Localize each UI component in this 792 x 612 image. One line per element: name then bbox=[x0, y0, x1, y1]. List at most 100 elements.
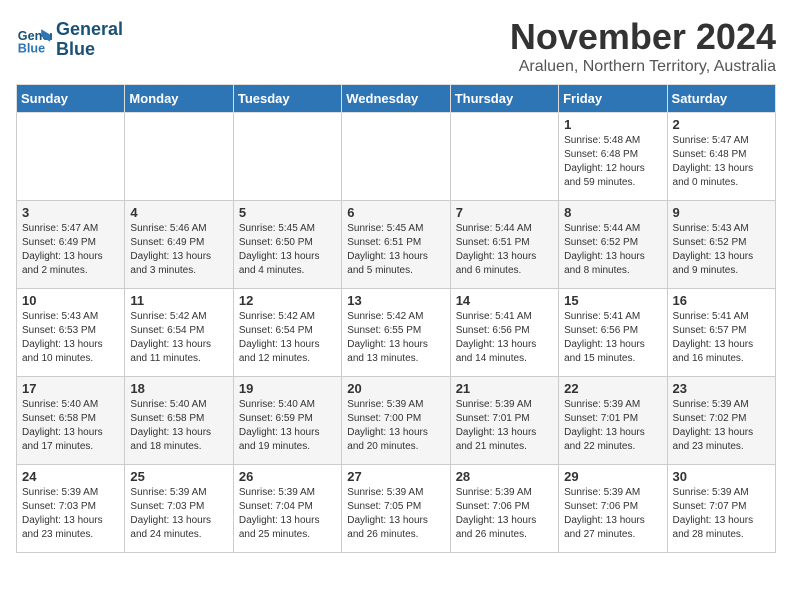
calendar-cell: 2Sunrise: 5:47 AM Sunset: 6:48 PM Daylig… bbox=[667, 113, 775, 201]
day-info: Sunrise: 5:46 AM Sunset: 6:49 PM Dayligh… bbox=[130, 222, 227, 278]
day-info: Sunrise: 5:39 AM Sunset: 7:03 PM Dayligh… bbox=[130, 486, 227, 542]
day-number: 18 bbox=[130, 381, 227, 396]
header-cell-saturday: Saturday bbox=[667, 85, 775, 113]
day-number: 24 bbox=[22, 469, 119, 484]
day-number: 1 bbox=[564, 117, 661, 132]
day-number: 20 bbox=[347, 381, 444, 396]
day-number: 21 bbox=[456, 381, 553, 396]
calendar-header: SundayMondayTuesdayWednesdayThursdayFrid… bbox=[17, 85, 776, 113]
calendar-cell bbox=[17, 113, 125, 201]
day-number: 3 bbox=[22, 205, 119, 220]
day-number: 29 bbox=[564, 469, 661, 484]
calendar-cell: 15 Sunrise: 5:41 AM Sunset: 6:56 PM Dayli… bbox=[559, 289, 667, 377]
day-number: 16 bbox=[673, 293, 770, 308]
day-info: Sunrise: 5:42 AM Sunset: 6:54 PM Dayligh… bbox=[239, 310, 336, 366]
day-number: 22 bbox=[564, 381, 661, 396]
calendar-cell: 12 Sunrise: 5:42 AM Sunset: 6:54 PM Dayli… bbox=[233, 289, 341, 377]
calendar-cell: 21 Sunrise: 5:39 AM Sunset: 7:01 PM Dayli… bbox=[450, 377, 558, 465]
calendar-cell: 23 Sunrise: 5:39 AM Sunset: 7:02 PM Dayli… bbox=[667, 377, 775, 465]
day-number: 13 bbox=[347, 293, 444, 308]
day-number: 6 bbox=[347, 205, 444, 220]
day-number: 2 bbox=[673, 117, 770, 132]
logo-text-blue: Blue bbox=[56, 40, 123, 60]
day-number: 7 bbox=[456, 205, 553, 220]
header-cell-wednesday: Wednesday bbox=[342, 85, 450, 113]
header-cell-friday: Friday bbox=[559, 85, 667, 113]
svg-text:Blue: Blue bbox=[18, 41, 45, 55]
day-number: 12 bbox=[239, 293, 336, 308]
day-number: 27 bbox=[347, 469, 444, 484]
header-cell-monday: Monday bbox=[125, 85, 233, 113]
day-number: 8 bbox=[564, 205, 661, 220]
calendar-cell: 25Sunrise: 5:39 AM Sunset: 7:03 PM Dayli… bbox=[125, 465, 233, 553]
day-info: Sunrise: 5:45 AM Sunset: 6:50 PM Dayligh… bbox=[239, 222, 336, 278]
calendar-cell: 7 Sunrise: 5:44 AM Sunset: 6:51 PM Daylig… bbox=[450, 201, 558, 289]
day-info: Sunrise: 5:39 AM Sunset: 7:06 PM Dayligh… bbox=[456, 486, 553, 542]
calendar-cell: 19Sunrise: 5:40 AM Sunset: 6:59 PM Dayli… bbox=[233, 377, 341, 465]
day-info: Sunrise: 5:40 AM Sunset: 6:58 PM Dayligh… bbox=[22, 398, 119, 454]
calendar-cell: 27 Sunrise: 5:39 AM Sunset: 7:05 PM Dayli… bbox=[342, 465, 450, 553]
calendar-cell: 30Sunrise: 5:39 AM Sunset: 7:07 PM Dayli… bbox=[667, 465, 775, 553]
day-info: Sunrise: 5:39 AM Sunset: 7:07 PM Dayligh… bbox=[673, 486, 770, 542]
calendar-cell: 14Sunrise: 5:41 AM Sunset: 6:56 PM Dayli… bbox=[450, 289, 558, 377]
day-number: 4 bbox=[130, 205, 227, 220]
title-area: November 2024 Araluen, Northern Territor… bbox=[510, 16, 776, 76]
day-info: Sunrise: 5:41 AM Sunset: 6:56 PM Dayligh… bbox=[564, 310, 661, 366]
calendar-cell: 1 Sunrise: 5:48 AM Sunset: 6:48 PM Daylig… bbox=[559, 113, 667, 201]
calendar-cell: 5Sunrise: 5:45 AM Sunset: 6:50 PM Daylig… bbox=[233, 201, 341, 289]
day-info: Sunrise: 5:39 AM Sunset: 7:00 PM Dayligh… bbox=[347, 398, 444, 454]
day-info: Sunrise: 5:39 AM Sunset: 7:02 PM Dayligh… bbox=[673, 398, 770, 454]
day-info: Sunrise: 5:43 AM Sunset: 6:53 PM Dayligh… bbox=[22, 310, 119, 366]
calendar-cell: 4 Sunrise: 5:46 AM Sunset: 6:49 PM Daylig… bbox=[125, 201, 233, 289]
calendar-cell: 17 Sunrise: 5:40 AM Sunset: 6:58 PM Dayli… bbox=[17, 377, 125, 465]
day-info: Sunrise: 5:39 AM Sunset: 7:05 PM Dayligh… bbox=[347, 486, 444, 542]
logo-text-general: General bbox=[56, 20, 123, 40]
month-title: November 2024 bbox=[510, 16, 776, 58]
calendar-cell: 16 Sunrise: 5:41 AM Sunset: 6:57 PM Dayli… bbox=[667, 289, 775, 377]
day-info: Sunrise: 5:43 AM Sunset: 6:52 PM Dayligh… bbox=[673, 222, 770, 278]
calendar-cell: 11Sunrise: 5:42 AM Sunset: 6:54 PM Dayli… bbox=[125, 289, 233, 377]
calendar-cell: 29Sunrise: 5:39 AM Sunset: 7:06 PM Dayli… bbox=[559, 465, 667, 553]
calendar-cell bbox=[342, 113, 450, 201]
calendar-body: 1 Sunrise: 5:48 AM Sunset: 6:48 PM Daylig… bbox=[17, 113, 776, 553]
header-cell-sunday: Sunday bbox=[17, 85, 125, 113]
day-info: Sunrise: 5:44 AM Sunset: 6:52 PM Dayligh… bbox=[564, 222, 661, 278]
calendar-cell: 20 Sunrise: 5:39 AM Sunset: 7:00 PM Dayli… bbox=[342, 377, 450, 465]
day-info: Sunrise: 5:40 AM Sunset: 6:59 PM Dayligh… bbox=[239, 398, 336, 454]
day-info: Sunrise: 5:39 AM Sunset: 7:04 PM Dayligh… bbox=[239, 486, 336, 542]
week-row-0: 1 Sunrise: 5:48 AM Sunset: 6:48 PM Daylig… bbox=[17, 113, 776, 201]
calendar-cell: 3Sunrise: 5:47 AM Sunset: 6:49 PM Daylig… bbox=[17, 201, 125, 289]
calendar-cell: 28 Sunrise: 5:39 AM Sunset: 7:06 PM Dayli… bbox=[450, 465, 558, 553]
calendar-cell: 22 Sunrise: 5:39 AM Sunset: 7:01 PM Dayli… bbox=[559, 377, 667, 465]
day-number: 26 bbox=[239, 469, 336, 484]
day-info: Sunrise: 5:44 AM Sunset: 6:51 PM Dayligh… bbox=[456, 222, 553, 278]
day-number: 23 bbox=[673, 381, 770, 396]
day-info: Sunrise: 5:41 AM Sunset: 6:56 PM Dayligh… bbox=[456, 310, 553, 366]
header-row: SundayMondayTuesdayWednesdayThursdayFrid… bbox=[17, 85, 776, 113]
calendar-cell: 18 Sunrise: 5:40 AM Sunset: 6:58 PM Dayli… bbox=[125, 377, 233, 465]
week-row-1: 3Sunrise: 5:47 AM Sunset: 6:49 PM Daylig… bbox=[17, 201, 776, 289]
calendar-cell bbox=[125, 113, 233, 201]
day-info: Sunrise: 5:39 AM Sunset: 7:01 PM Dayligh… bbox=[456, 398, 553, 454]
header-cell-tuesday: Tuesday bbox=[233, 85, 341, 113]
calendar-cell bbox=[450, 113, 558, 201]
header: General Blue General Blue November 2024 … bbox=[16, 16, 776, 76]
day-number: 15 bbox=[564, 293, 661, 308]
day-number: 10 bbox=[22, 293, 119, 308]
day-number: 28 bbox=[456, 469, 553, 484]
calendar-cell: 26 Sunrise: 5:39 AM Sunset: 7:04 PM Dayli… bbox=[233, 465, 341, 553]
day-info: Sunrise: 5:41 AM Sunset: 6:57 PM Dayligh… bbox=[673, 310, 770, 366]
day-info: Sunrise: 5:39 AM Sunset: 7:01 PM Dayligh… bbox=[564, 398, 661, 454]
calendar-cell: 13 Sunrise: 5:42 AM Sunset: 6:55 PM Dayli… bbox=[342, 289, 450, 377]
day-info: Sunrise: 5:45 AM Sunset: 6:51 PM Dayligh… bbox=[347, 222, 444, 278]
day-info: Sunrise: 5:48 AM Sunset: 6:48 PM Dayligh… bbox=[564, 134, 661, 190]
calendar-cell bbox=[233, 113, 341, 201]
day-info: Sunrise: 5:40 AM Sunset: 6:58 PM Dayligh… bbox=[130, 398, 227, 454]
header-cell-thursday: Thursday bbox=[450, 85, 558, 113]
logo-icon: General Blue bbox=[16, 22, 52, 58]
calendar-cell: 10 Sunrise: 5:43 AM Sunset: 6:53 PM Dayli… bbox=[17, 289, 125, 377]
day-info: Sunrise: 5:42 AM Sunset: 6:55 PM Dayligh… bbox=[347, 310, 444, 366]
day-info: Sunrise: 5:39 AM Sunset: 7:03 PM Dayligh… bbox=[22, 486, 119, 542]
day-number: 17 bbox=[22, 381, 119, 396]
calendar-table: SundayMondayTuesdayWednesdayThursdayFrid… bbox=[16, 84, 776, 553]
